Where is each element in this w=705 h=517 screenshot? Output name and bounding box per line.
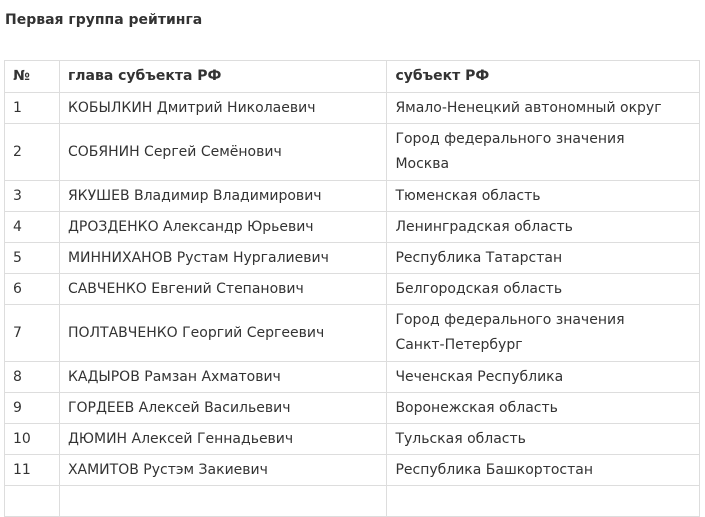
row-subject-line: Тюменская область bbox=[395, 187, 541, 204]
row-subject: Республика Татарстан bbox=[386, 242, 700, 274]
table-row: 9 ГОРДЕЕВ Алексей Васильевич Воронежская… bbox=[4, 392, 700, 424]
row-subject: Тульская область bbox=[386, 423, 700, 455]
column-header-head: глава субъекта РФ bbox=[58, 60, 388, 93]
row-subject: Чеченская Республика bbox=[386, 361, 700, 393]
row-head-name: ГОРДЕЕВ Алексей Васильевич bbox=[58, 392, 388, 424]
row-head-name: ХАМИТОВ Рустэм Закиевич bbox=[58, 454, 388, 486]
table-row: 10 ДЮМИН Алексей Геннадьевич Тульская об… bbox=[4, 423, 700, 455]
section-title: Первая группа рейтинга bbox=[5, 12, 203, 28]
table-row: 11 ХАМИТОВ Рустэм Закиевич Республика Ба… bbox=[4, 454, 700, 486]
row-number: 3 bbox=[4, 180, 60, 212]
row-subject bbox=[386, 485, 700, 517]
row-subject: Город федерального значения Москва bbox=[386, 123, 700, 181]
row-number: 4 bbox=[4, 211, 60, 243]
row-subject: Ленинградская область bbox=[386, 211, 700, 243]
table-row: 6 САВЧЕНКО Евгений Степанович Белгородск… bbox=[4, 273, 700, 305]
row-number: 11 bbox=[4, 454, 60, 486]
row-subject-line: Чеченская Республика bbox=[395, 368, 564, 385]
row-subject-line: Ямало-Ненецкий автономный округ bbox=[395, 99, 662, 116]
table-row: 8 КАДЫРОВ Рамзан Ахматович Чеченская Рес… bbox=[4, 361, 700, 393]
row-subject: Воронежская область bbox=[386, 392, 700, 424]
table-row: 3 ЯКУШЕВ Владимир Владимирович Тюменская… bbox=[4, 180, 700, 212]
table-header-row: № глава субъекта РФ субъект РФ bbox=[4, 60, 700, 93]
row-number: 7 bbox=[4, 304, 60, 362]
row-head-name: КОБЫЛКИН Дмитрий Николаевич bbox=[58, 92, 388, 124]
row-head-name: СОБЯНИН Сергей Семёнович bbox=[58, 123, 388, 181]
table-row: 5 МИННИХАНОВ Рустам Нургалиевич Республи… bbox=[4, 242, 700, 274]
row-subject-line: Республика Татарстан bbox=[395, 249, 563, 266]
table-row: 2 СОБЯНИН Сергей Семёнович Город федерал… bbox=[4, 123, 700, 181]
row-subject-line: Воронежская область bbox=[395, 399, 558, 416]
row-head-name bbox=[58, 485, 388, 517]
column-header-number: № bbox=[4, 60, 60, 93]
column-header-subject: субъект РФ bbox=[386, 60, 700, 93]
table-row: 1 КОБЫЛКИН Дмитрий Николаевич Ямало-Нене… bbox=[4, 92, 700, 124]
row-subject-line: Тульская область bbox=[395, 430, 526, 447]
row-head-name: ПОЛТАВЧЕНКО Георгий Сергеевич bbox=[58, 304, 388, 362]
row-number: 8 bbox=[4, 361, 60, 393]
row-subject-line: Город федерального значения bbox=[395, 312, 625, 328]
row-head-name: САВЧЕНКО Евгений Степанович bbox=[58, 273, 388, 305]
row-head-name: КАДЫРОВ Рамзан Ахматович bbox=[58, 361, 388, 393]
row-number: 6 bbox=[4, 273, 60, 305]
row-subject-line: Республика Башкортостан bbox=[395, 461, 594, 478]
row-subject-line: Москва bbox=[395, 156, 450, 172]
table-row bbox=[4, 485, 700, 517]
row-subject: Ямало-Ненецкий автономный округ bbox=[386, 92, 700, 124]
row-number: 1 bbox=[4, 92, 60, 124]
row-subject-line: Белгородская область bbox=[395, 280, 563, 297]
table-row: 4 ДРОЗДЕНКО Александр Юрьевич Ленинградс… bbox=[4, 211, 700, 243]
row-number: 5 bbox=[4, 242, 60, 274]
row-subject-line: Город федерального значения bbox=[395, 131, 625, 147]
row-number: 9 bbox=[4, 392, 60, 424]
row-head-name: ЯКУШЕВ Владимир Владимирович bbox=[58, 180, 388, 212]
table-row: 7 ПОЛТАВЧЕНКО Георгий Сергеевич Город фе… bbox=[4, 304, 700, 362]
row-subject-line: Санкт-Петербург bbox=[395, 337, 523, 353]
row-number: 10 bbox=[4, 423, 60, 455]
row-number: 2 bbox=[4, 123, 60, 181]
rating-table: № глава субъекта РФ субъект РФ 1 КОБЫЛКИ… bbox=[4, 60, 700, 517]
row-head-name: ДЮМИН Алексей Геннадьевич bbox=[58, 423, 388, 455]
row-subject: Город федерального значения Санкт-Петербу… bbox=[386, 304, 700, 362]
row-head-name: ДРОЗДЕНКО Александр Юрьевич bbox=[58, 211, 388, 243]
row-subject-line: Ленинградская область bbox=[395, 218, 573, 235]
row-subject: Республика Башкортостан bbox=[386, 454, 700, 486]
row-number bbox=[4, 485, 60, 517]
row-head-name: МИННИХАНОВ Рустам Нургалиевич bbox=[58, 242, 388, 274]
row-subject: Белгородская область bbox=[386, 273, 700, 305]
row-subject: Тюменская область bbox=[386, 180, 700, 212]
